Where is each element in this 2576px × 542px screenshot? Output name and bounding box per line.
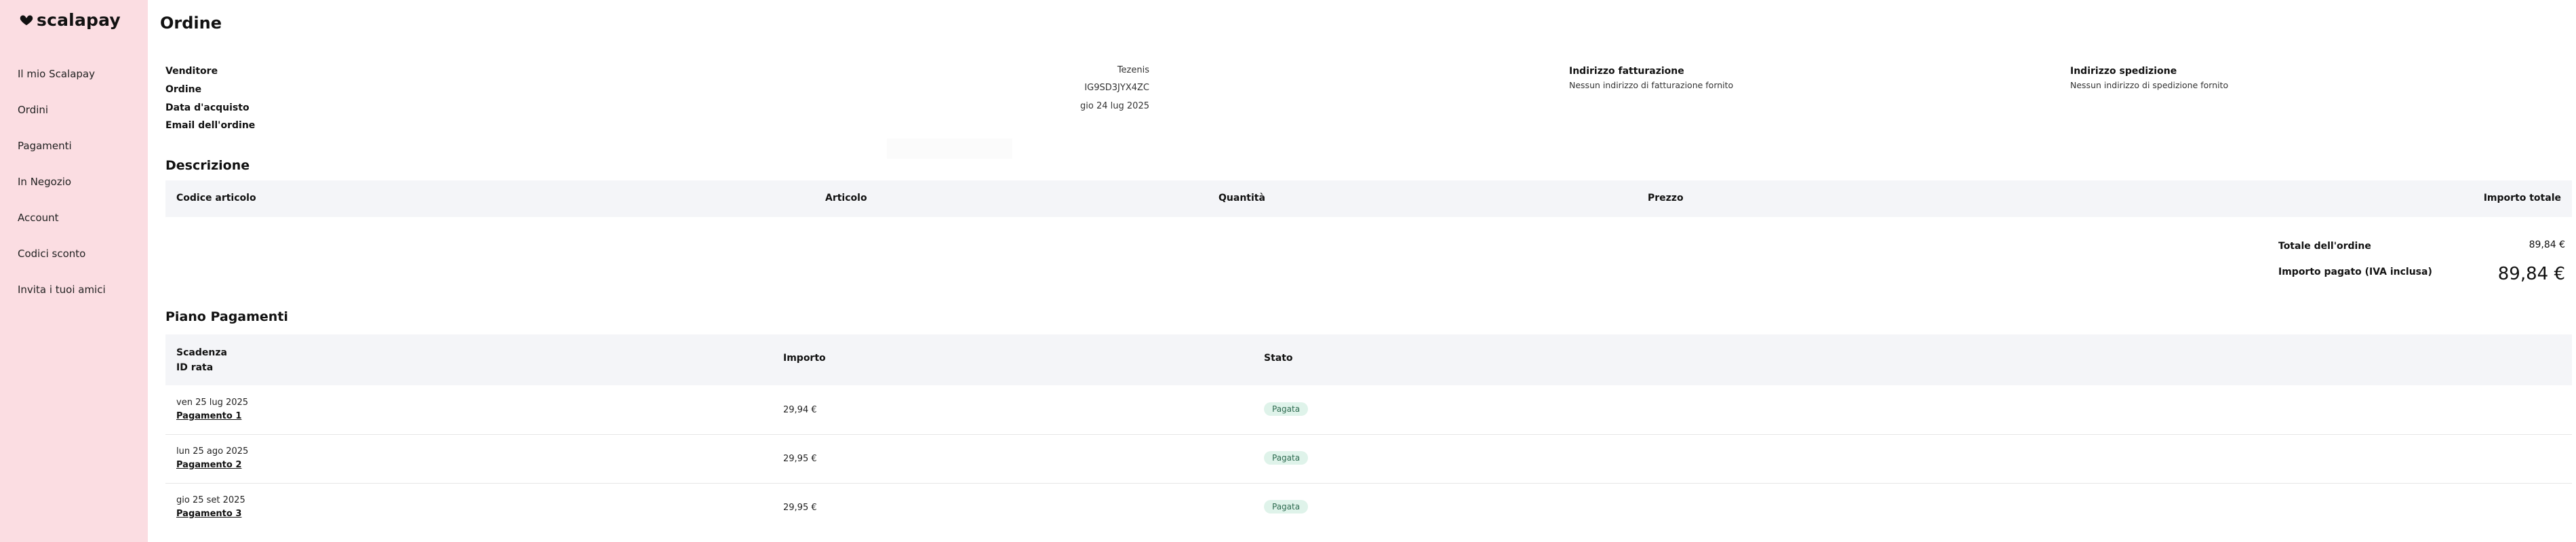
sidebar-item-ordini[interactable]: Ordini [0,102,148,138]
col-total-amount: Importo totale [2483,193,2561,204]
paid-amount-label: Importo pagato (IVA inclusa) [2278,267,2432,277]
installment-date: gio 25 set 2025 [176,495,245,505]
payment-plan-title: Piano Pagamenti [165,309,288,324]
sidebar: scalapay Il mio Scalapay Ordini Pagament… [0,0,148,542]
heart-icon [20,15,33,26]
sidebar-item-pagamenti[interactable]: Pagamenti [0,138,148,174]
date-label: Data d'acquisto [165,102,250,113]
status-badge: Pagata [1264,500,1309,514]
col-amount: Importo [783,353,826,364]
description-title: Descrizione [165,158,250,173]
table-row: lun 25 ago 2025 Pagamento 2 29,95 € Paga… [165,434,2572,484]
col-installment-id: ID rata [176,362,214,373]
col-price: Prezzo [1648,193,1684,204]
seller-label: Venditore [165,66,218,77]
billing-address-value: Nessun indirizzo di fatturazione fornito [1569,80,1734,90]
installment-date: ven 25 lug 2025 [176,398,249,408]
installment-link[interactable]: Pagamento 1 [176,411,241,421]
main-content: Ordine Venditore Ordine Data d'acquisto … [148,0,2576,542]
status-badge: Pagata [1264,402,1309,416]
email-label: Email dell'ordine [165,120,256,131]
payment-plan-header: Scadenza ID rata Importo Stato [165,334,2572,385]
order-total-label: Totale dell'ordine [2278,241,2371,252]
sidebar-nav: Il mio Scalapay Ordini Pagamenti In Nego… [0,66,148,318]
col-item-code: Codice articolo [176,193,256,204]
order-label: Ordine [165,84,202,95]
table-row: ven 25 lug 2025 Pagamento 1 29,94 € Paga… [165,385,2572,435]
installment-link[interactable]: Pagamento 3 [176,509,241,519]
installment-link[interactable]: Pagamento 2 [176,460,241,470]
sidebar-item-il-mio-scalapay[interactable]: Il mio Scalapay [0,66,148,102]
table-row: gio 25 set 2025 Pagamento 3 29,95 € Paga… [165,483,2572,532]
billing-address-label: Indirizzo fatturazione [1569,66,1684,77]
email-value-placeholder [887,138,1012,159]
sidebar-item-codici-sconto[interactable]: Codici sconto [0,246,148,282]
installment-amount: 29,95 € [783,503,817,513]
order-id-value: IG9SD3JYX4ZC [1084,83,1149,93]
scalapay-logo[interactable]: scalapay [0,9,148,30]
col-due: Scadenza [176,347,227,358]
brand-name: scalapay [37,9,121,30]
installment-date: lun 25 ago 2025 [176,446,249,457]
sidebar-item-invita-amici[interactable]: Invita i tuoi amici [0,282,148,318]
shipping-address-value: Nessun indirizzo di spedizione fornito [2070,80,2229,90]
paid-amount-value: 89,84 € [2497,264,2565,284]
order-total-value: 89,84 € [2529,239,2565,250]
order-date-value: gio 24 lug 2025 [1080,101,1149,111]
col-due-and-id: Scadenza ID rata [176,345,227,375]
app: scalapay Il mio Scalapay Ordini Pagament… [0,0,2576,542]
sidebar-item-in-negozio[interactable]: In Negozio [0,174,148,210]
installment-amount: 29,95 € [783,454,817,464]
col-status: Stato [1264,353,1293,364]
page-title: Ordine [160,14,222,33]
seller-value: Tezenis [1117,65,1149,75]
shipping-address-label: Indirizzo spedizione [2070,66,2177,77]
col-quantity: Quantità [1218,193,1265,204]
col-item: Articolo [825,193,867,204]
status-badge: Pagata [1264,451,1309,465]
sidebar-item-account[interactable]: Account [0,210,148,246]
installment-amount: 29,94 € [783,405,817,415]
description-table-header: Codice articolo Articolo Quantità Prezzo… [165,180,2572,217]
